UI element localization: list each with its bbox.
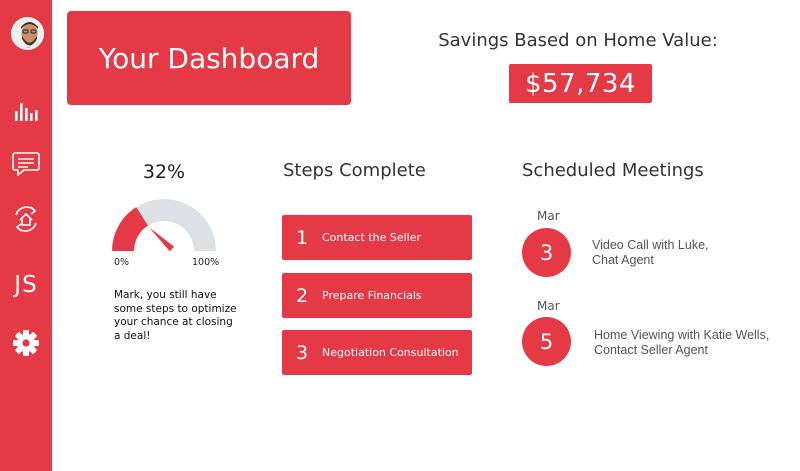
savings-value-badge: $57,734	[509, 64, 652, 103]
home-refresh-icon[interactable]	[8, 202, 44, 236]
step-label: Contact the Seller	[322, 231, 421, 244]
bar-chart-icon[interactable]	[8, 94, 44, 128]
initials-text: JS	[14, 272, 38, 298]
meeting-day-badge[interactable]: 5	[522, 317, 571, 366]
step-number: 2	[295, 284, 309, 307]
meeting-day-badge[interactable]: 3	[522, 228, 571, 277]
initials-badge[interactable]: JS	[8, 268, 44, 302]
progress-gauge	[112, 199, 216, 252]
step-label: Negotiation Consultation	[322, 346, 459, 359]
step-number: 1	[295, 226, 309, 249]
avatar[interactable]	[11, 17, 44, 50]
meeting-month: Mar	[537, 299, 560, 313]
step-number: 3	[295, 341, 309, 364]
avatar-image	[13, 19, 42, 48]
step-label: Prepare Financials	[322, 289, 422, 302]
meeting-description-line: Contact Seller Agent	[594, 343, 708, 357]
sidebar: JS	[0, 0, 52, 471]
step-item-negotiation-consultation[interactable]: 3 Negotiation Consultation	[282, 330, 472, 375]
meeting-description: Video Call with Luke, Chat Agent	[592, 238, 709, 268]
dashboard-title-card: Your Dashboard	[67, 11, 351, 105]
step-item-prepare-financials[interactable]: 2 Prepare Financials	[282, 273, 472, 318]
gear-icon[interactable]	[8, 326, 44, 360]
step-item-contact-seller[interactable]: 1 Contact the Seller	[282, 215, 472, 260]
page-title: Your Dashboard	[98, 41, 320, 75]
meetings-title: Scheduled Meetings	[522, 160, 704, 181]
gauge-needle	[149, 227, 175, 252]
steps-title: Steps Complete	[283, 160, 426, 181]
meeting-description: Home Viewing with Katie Wells, Contact S…	[594, 328, 769, 358]
meeting-description-line: Video Call with Luke,	[592, 238, 709, 252]
gauge-min-label: 0%	[114, 257, 130, 268]
meeting-description-line: Home Viewing with Katie Wells,	[594, 328, 770, 342]
gauge-max-label: 100%	[192, 257, 220, 268]
meeting-description-line: Chat Agent	[592, 253, 654, 267]
progress-percent: 32%	[142, 161, 186, 183]
chat-bubble-icon[interactable]	[8, 147, 44, 181]
meeting-month: Mar	[537, 209, 560, 223]
progress-message: Mark, you still have some steps to optim…	[114, 289, 237, 342]
savings-label: Savings Based on Home Value:	[438, 30, 718, 51]
